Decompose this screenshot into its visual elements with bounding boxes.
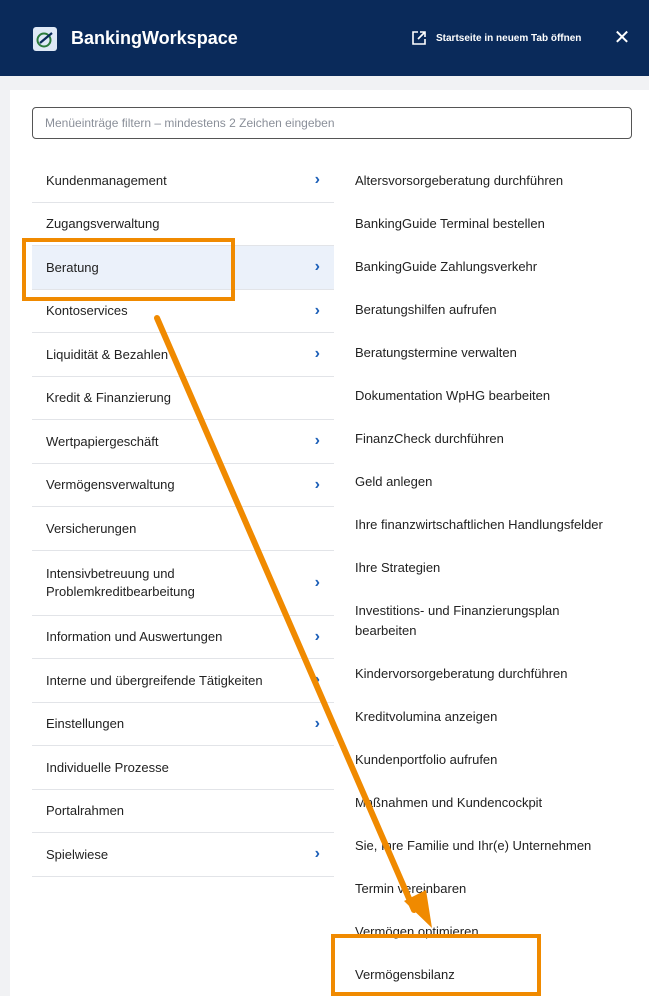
chevron-right-icon: ›	[314, 573, 320, 591]
submenu-item[interactable]: Investitions- und Finanzierungsplan bear…	[345, 589, 645, 652]
menu-item-label: Versicherungen	[46, 520, 137, 536]
menu-item[interactable]: Information und Auswertungen ›	[32, 616, 334, 659]
submenu-item[interactable]: Maßnahmen und Kundencockpit	[345, 781, 645, 824]
open-start-page-new-tab-link[interactable]: Startseite in neuem Tab öffnen	[436, 33, 581, 44]
submenu-item[interactable]: Beratungshilfen aufrufen	[345, 288, 645, 331]
chevron-right-icon: ›	[314, 432, 320, 450]
submenu-item-label: Kundenportfolio aufrufen	[355, 752, 498, 767]
submenu-item[interactable]: Dokumentation WpHG bearbeiten	[345, 374, 645, 417]
menu-item-label: Intensivbetreuung und Problemkreditbearb…	[46, 565, 195, 599]
submenu-item-label: Kreditvolumina anzeigen	[355, 709, 498, 724]
menu-item-label: Kredit & Finanzierung	[46, 390, 172, 406]
submenu-item[interactable]: Beratungstermine verwalten	[345, 331, 645, 374]
highlight-box-beratung	[22, 238, 235, 301]
menu-item-label: Individuelle Prozesse	[46, 759, 169, 775]
submenu-item[interactable]: Termin vereinbaren	[345, 867, 645, 910]
submenu-item-label: BankingGuide Zahlungsverkehr	[355, 259, 538, 274]
submenu-item-label: Termin vereinbaren	[355, 881, 467, 896]
app-title: BankingWorkspace	[71, 28, 238, 48]
submenu-item[interactable]: BankingGuide Zahlungsverkehr	[345, 245, 645, 288]
chevron-right-icon: ›	[314, 171, 320, 189]
menu-item-label: Interne und übergreifende Tätigkeiten	[46, 672, 263, 688]
menu-item[interactable]: Intensivbetreuung und Problemkreditbearb…	[32, 551, 334, 616]
chevron-right-icon: ›	[314, 627, 320, 645]
submenu-item[interactable]: Ihre Strategien	[345, 546, 645, 589]
submenu-beratung: Altersvorsorgeberatung durchführen Bankin…	[345, 159, 645, 996]
submenu-item-label: BankingGuide Terminal bestellen	[355, 216, 545, 231]
chevron-right-icon: ›	[314, 845, 320, 863]
submenu-item-label: Dokumentation WpHG bearbeiten	[355, 388, 551, 403]
menu-item-label: Vermögensverwaltung	[46, 477, 175, 493]
menu-item-label: Einstellungen	[46, 716, 125, 732]
menu-item[interactable]: Portalrahmen	[32, 790, 334, 833]
chevron-right-icon: ›	[314, 475, 320, 493]
submenu-item[interactable]: Kundenportfolio aufrufen	[345, 738, 645, 781]
menu-item[interactable]: Wertpapiergeschäft ›	[32, 420, 334, 464]
chevron-right-icon: ›	[314, 345, 320, 363]
submenu-item-label: Geld anlegen	[355, 474, 433, 489]
menu-item-label: Portalrahmen	[46, 803, 125, 819]
app-header: BankingWorkspace Startseite in neuem Tab…	[0, 0, 649, 76]
menu-item[interactable]: Interne und übergreifende Tätigkeiten ›	[32, 659, 334, 703]
menu-item[interactable]: Individuelle Prozesse	[32, 746, 334, 790]
chevron-right-icon: ›	[314, 714, 320, 732]
submenu-item[interactable]: Altersvorsorgeberatung durchführen	[345, 159, 645, 202]
submenu-item[interactable]: Kreditvolumina anzeigen	[345, 695, 645, 738]
submenu-item-label: Beratungstermine verwalten	[355, 345, 517, 360]
submenu-item[interactable]: Ihre finanzwirtschaftlichen Handlungsfel…	[345, 503, 645, 546]
external-link-icon[interactable]	[411, 30, 427, 46]
submenu-item-label: Beratungshilfen aufrufen	[355, 302, 497, 317]
submenu-item[interactable]: Kindervorsorgeberatung durchführen	[345, 652, 645, 695]
submenu-item-label: Kindervorsorgeberatung durchführen	[355, 666, 568, 681]
menu-item-label: Wertpapiergeschäft	[46, 433, 159, 449]
submenu-item-label: Maßnahmen und Kundencockpit	[355, 795, 543, 810]
submenu-item[interactable]: Geld anlegen	[345, 460, 645, 503]
menu-item-label: Kontoservices	[46, 303, 128, 319]
banking-workspace-logo-icon	[33, 27, 57, 51]
submenu-item-label: Investitions- und Finanzierungsplan bear…	[355, 602, 560, 638]
chevron-right-icon: ›	[314, 258, 320, 276]
submenu-item[interactable]: BankingGuide Terminal bestellen	[345, 202, 645, 245]
menu-item[interactable]: Einstellungen ›	[32, 703, 334, 746]
chevron-right-icon: ›	[314, 671, 320, 689]
close-icon[interactable]: ✕	[610, 26, 634, 50]
menu-item[interactable]: Kredit & Finanzierung	[32, 377, 334, 420]
menu-item-label: Zugangsverwaltung	[46, 216, 160, 232]
highlight-box-vermoegensbilanz	[331, 934, 541, 996]
menu-item-label: Spielwiese	[46, 846, 109, 862]
submenu-item-label: Sie, Ihre Familie und Ihr(e) Unternehmen	[355, 838, 592, 853]
chevron-right-icon: ›	[314, 301, 320, 319]
menu-item[interactable]: Vermögensverwaltung ›	[32, 464, 334, 507]
submenu-item-label: Altersvorsorgeberatung durchführen	[355, 173, 564, 188]
menu-item-label: Information und Auswertungen	[46, 629, 223, 645]
menu-item[interactable]: Kundenmanagement ›	[32, 159, 334, 203]
menu-item[interactable]: Spielwiese ›	[32, 833, 334, 877]
menu-item[interactable]: Liquidität & Bezahlen ›	[32, 333, 334, 377]
menu-item[interactable]: Versicherungen	[32, 507, 334, 551]
menu-filter-input[interactable]	[32, 107, 632, 139]
submenu-item-label: Ihre finanzwirtschaftlichen Handlungsfel…	[355, 517, 603, 532]
menu-item-label: Kundenmanagement	[46, 172, 167, 188]
submenu-item[interactable]: FinanzCheck durchführen	[345, 417, 645, 460]
submenu-item-label: Ihre Strategien	[355, 560, 441, 575]
submenu-item[interactable]: Sie, Ihre Familie und Ihr(e) Unternehmen	[345, 824, 645, 867]
menu-item-label: Liquidität & Bezahlen	[46, 346, 169, 362]
submenu-item-label: FinanzCheck durchführen	[355, 431, 504, 446]
